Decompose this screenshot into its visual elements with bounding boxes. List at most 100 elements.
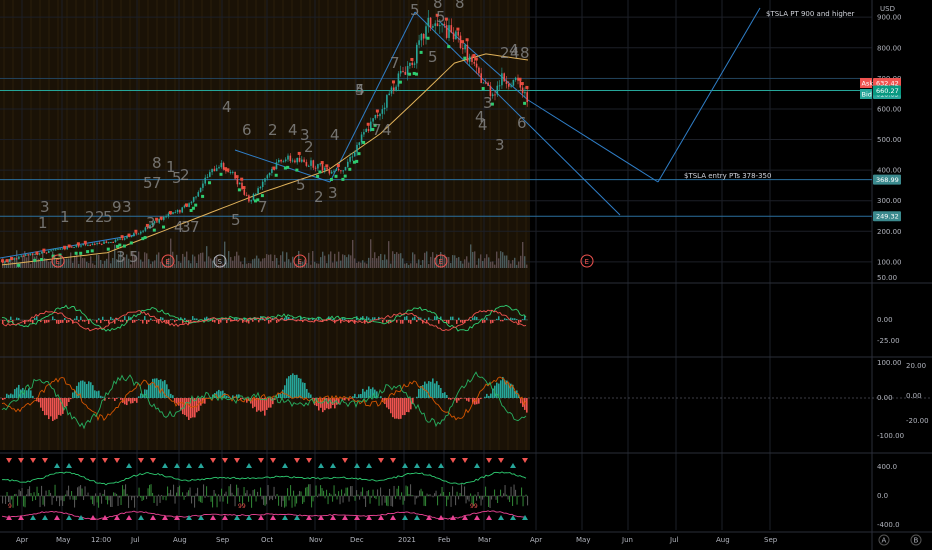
hist-bar-2: [378, 397, 380, 398]
hist-bar-2: [468, 398, 470, 402]
hist-bar-2: [304, 382, 306, 398]
hist-bar-3: [12, 496, 14, 508]
hist-bar-2: [470, 398, 472, 399]
hist-bar-2: [442, 393, 444, 398]
annotation-pt[interactable]: $TSLA PT 900 and higher: [766, 10, 855, 18]
candle-body: [156, 221, 158, 223]
hist-bar-3: [96, 496, 98, 503]
volume-bar: [112, 258, 114, 268]
candle-body: [48, 250, 50, 253]
price-tick: 600.00: [877, 105, 902, 113]
volume-bar: [308, 252, 310, 268]
hist-bar-1: [4, 320, 6, 321]
hist-bar-1: [386, 320, 388, 323]
hist-bar-1: [132, 320, 134, 323]
hist-bar-2: [68, 398, 70, 402]
sequence-count: 7: [390, 54, 400, 72]
volume-bar: [502, 252, 504, 268]
hist-bar-3: [335, 493, 337, 496]
hist-bar-2: [176, 398, 178, 404]
candle-body: [264, 178, 266, 182]
hist-bar-1: [270, 320, 272, 323]
hist-bar-3: [515, 489, 517, 496]
volume-bar: [232, 260, 234, 268]
candle-body: [411, 62, 413, 65]
volume-bar: [454, 255, 456, 268]
volume-bar: [496, 251, 498, 268]
volume-bar: [400, 253, 402, 268]
hist-bar-2: [64, 398, 66, 408]
candle-body: [330, 171, 333, 174]
candle-body: [356, 144, 358, 153]
candle-body: [404, 71, 407, 75]
hist-bar-1: [482, 320, 484, 324]
hist-bar-3: [506, 494, 508, 496]
volume-bar: [520, 255, 522, 268]
hist-bar-2: [6, 393, 8, 398]
candle-body: [294, 160, 296, 163]
hist-bar-2: [42, 398, 44, 412]
hist-bar-3: [381, 496, 383, 506]
volume-bar: [404, 263, 406, 268]
chart-canvas[interactable]: 131 2 2593355 738 15243 746572 4 3252 3457 4745 85…: [0, 0, 932, 550]
hist-bar-2: [478, 398, 480, 404]
signal-dot: [426, 36, 430, 40]
hist-bar-3: [179, 485, 181, 496]
hist-bar-1: [142, 320, 144, 324]
sequence-count: 2: [85, 208, 95, 226]
hist-bar-3: [71, 491, 73, 496]
candle-body: [135, 233, 137, 235]
hist-bar-3: [174, 496, 176, 504]
volume-bar: [34, 256, 36, 268]
signal-dot: [447, 45, 451, 49]
level-tag-1-text: 368.99: [876, 176, 899, 184]
candle-body: [167, 213, 170, 217]
signal-dot: [320, 161, 324, 165]
candle-body: [195, 196, 197, 198]
hist-bar-3: [392, 496, 394, 507]
hist-bar-3: [239, 496, 241, 502]
hist-bar-3: [68, 485, 70, 496]
tradingview-chart[interactable]: 1312259335573815243746572432523457474585…: [0, 0, 932, 550]
osc2-tick-left: 100.00: [877, 359, 902, 367]
volume-bar: [278, 264, 280, 268]
time-label: May: [56, 536, 70, 544]
hist-bar-3: [329, 493, 331, 496]
volume-bar: [464, 259, 466, 268]
time-label: Jun: [621, 536, 633, 544]
hist-bar-3: [26, 494, 28, 496]
hist-bar-3: [231, 492, 233, 496]
osc2-tick-left: -100.00: [877, 432, 904, 440]
hist-bar-1: [490, 320, 492, 324]
hist-bar-3: [134, 496, 136, 508]
candle-body: [87, 244, 89, 246]
hist-bar-3: [98, 496, 100, 508]
candle-body: [174, 212, 177, 214]
signal-dot: [185, 203, 188, 207]
hist-bar-1: [100, 320, 102, 324]
candle-body: [291, 160, 294, 162]
hist-bar-2: [360, 394, 362, 398]
hist-bar-3: [122, 485, 124, 496]
volume-bar: [346, 257, 348, 268]
time-label: Dec: [350, 536, 364, 544]
candle-body: [512, 79, 515, 86]
corner-icon-b-label: B: [914, 537, 919, 545]
hist-bar-3: [464, 486, 466, 496]
hist-bar-1: [192, 316, 194, 320]
hist-bar-2: [492, 388, 494, 398]
annotation-entry[interactable]: $TSLA entry PTs 378-350: [684, 172, 771, 180]
hist-bar-3: [396, 488, 398, 496]
hist-bar-3: [221, 488, 223, 496]
hist-bar-2: [56, 398, 58, 419]
candle-body: [271, 168, 273, 173]
volume-bar: [382, 260, 384, 268]
volume-bar: [74, 255, 76, 268]
hist-bar-3: [81, 488, 83, 496]
hist-bar-3: [78, 486, 80, 496]
volume-bar: [158, 252, 160, 268]
hist-bar-1: [86, 320, 88, 321]
hist-bar-1: [408, 320, 410, 323]
candle-body: [268, 172, 271, 176]
signal-dot: [118, 243, 122, 247]
